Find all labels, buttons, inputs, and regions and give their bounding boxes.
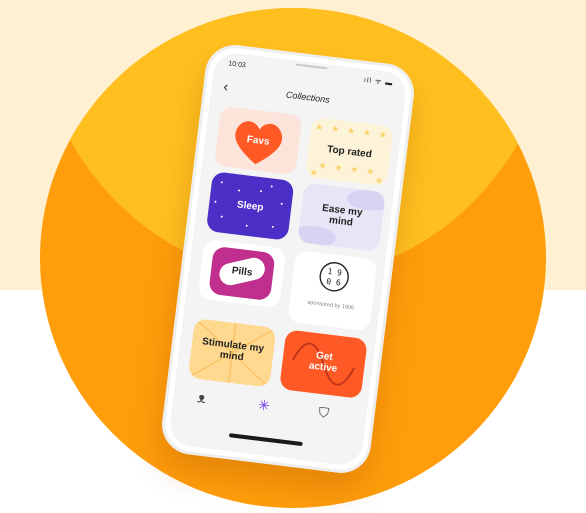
svg-text:★: ★ xyxy=(318,161,327,172)
ribbon-icon[interactable]: ᴥ xyxy=(197,389,207,406)
collection-ease-my-mind[interactable]: Ease my mind xyxy=(297,182,386,252)
svg-text:★: ★ xyxy=(350,165,359,176)
sponsored-tile[interactable]: 1 9 0 6 sponsored by 1906 xyxy=(287,249,378,332)
svg-text:★: ★ xyxy=(315,122,324,133)
collection-stimulate[interactable]: Stimulate my mind xyxy=(187,318,277,388)
svg-text:★: ★ xyxy=(375,176,384,186)
bag-icon[interactable]: ⛉ xyxy=(318,404,330,422)
collection-top-rated[interactable]: ★ ★ ★ ★ ★ ★ ★ ★ ★ ★ ★ Top rated xyxy=(305,116,394,187)
asterisk-icon[interactable]: ✳ xyxy=(257,396,271,414)
svg-text:★: ★ xyxy=(334,163,343,174)
status-icons: ıll ᯤ ▬ xyxy=(363,76,394,88)
app-screen: 10:03 ıll ᯤ ▬ ‹ Collections Favs ★ ★ ★ ★ ★ ★… xyxy=(167,50,409,468)
svg-text:★: ★ xyxy=(362,128,371,139)
collection-pills[interactable]: Pills xyxy=(197,238,287,309)
home-indicator[interactable] xyxy=(228,433,303,447)
svg-text:★: ★ xyxy=(309,168,318,179)
svg-text:★: ★ xyxy=(366,167,375,178)
svg-text:★: ★ xyxy=(346,126,355,137)
logo-text-top: 1 9 xyxy=(327,267,343,278)
svg-text:★: ★ xyxy=(331,124,340,135)
collection-get-active[interactable]: Get active xyxy=(279,329,368,399)
status-time: 10:03 xyxy=(227,60,247,70)
logo-text-bottom: 0 6 xyxy=(326,277,342,288)
collection-sleep[interactable]: Sleep xyxy=(205,171,295,241)
svg-text:★: ★ xyxy=(378,130,387,141)
collection-favs[interactable]: Favs xyxy=(213,105,303,176)
